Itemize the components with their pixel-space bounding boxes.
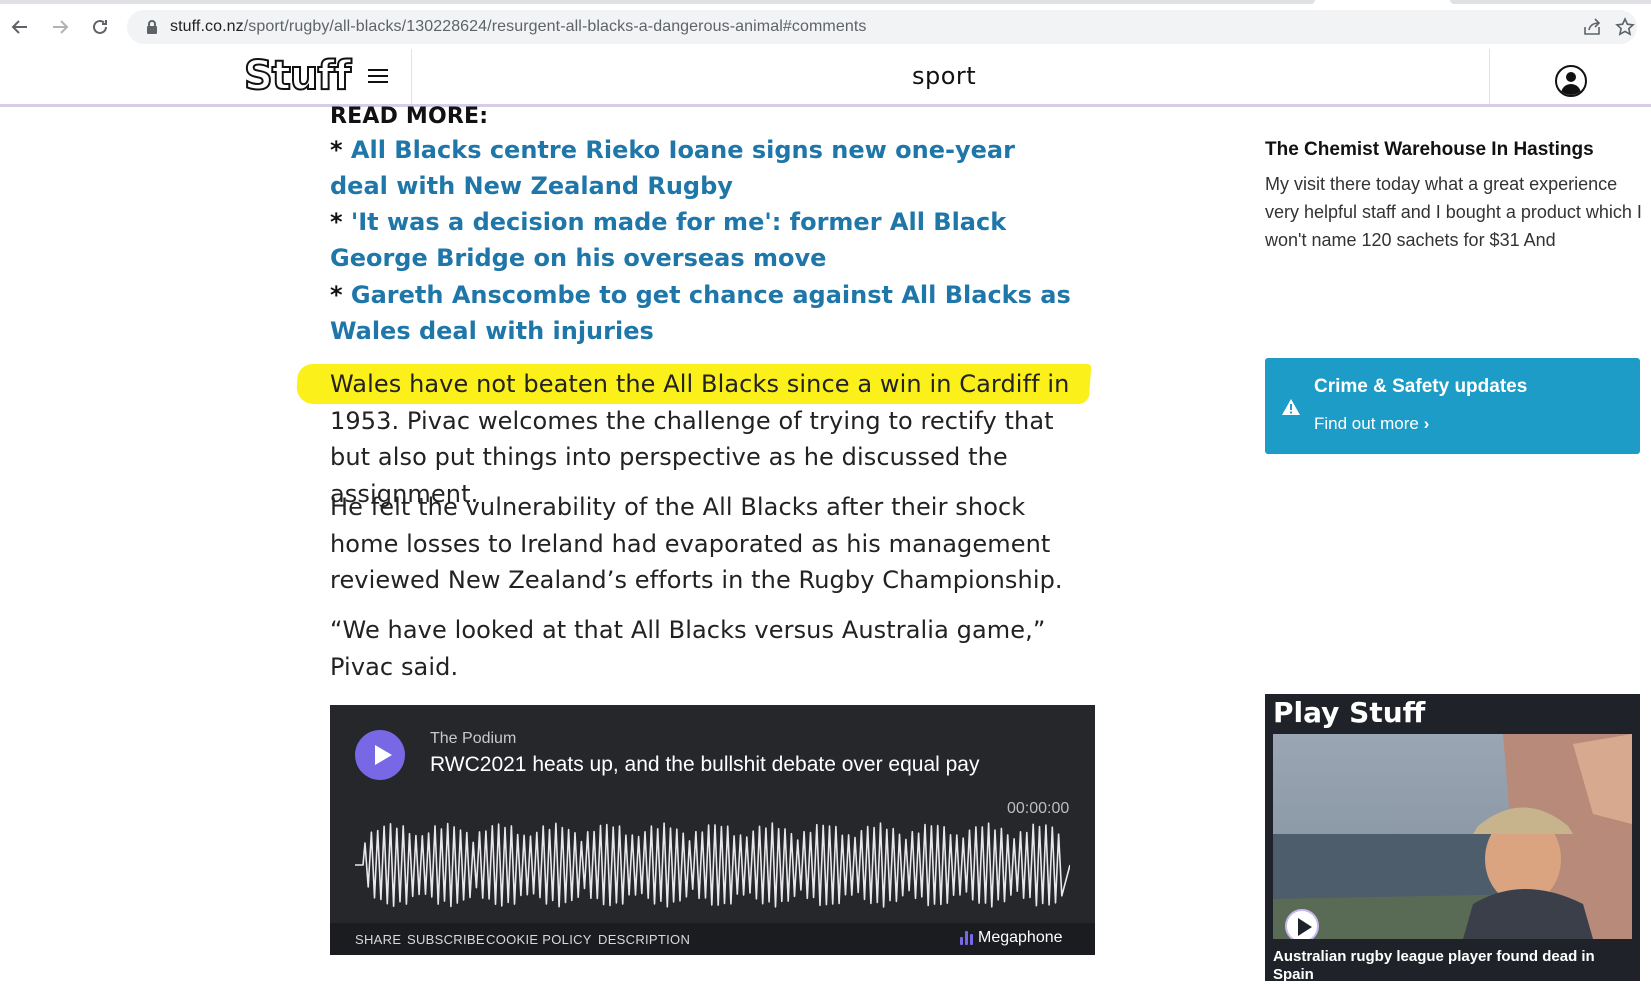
- player-footer: SHARE SUBSCRIBE COOKIE POLICY DESCRIPTIO…: [330, 923, 1095, 955]
- url-domain: stuff.co.nz: [170, 18, 244, 35]
- url-path: /sport/rugby/all-blacks/130228624/resurg…: [243, 18, 867, 35]
- article-paragraph: He felt the vulnerability of the All Bla…: [330, 493, 1063, 594]
- aside-comment-body: My visit there today what a great experi…: [1265, 174, 1642, 250]
- play-button[interactable]: [355, 730, 405, 780]
- browser-tabstrip: [0, 0, 1651, 5]
- site-header: Stuff sport: [0, 49, 1651, 107]
- podcast-episode-title: RWC2021 heats up, and the bullshit debat…: [430, 753, 980, 776]
- bookmark-star-icon[interactable]: [1615, 17, 1635, 37]
- read-more-link-anscombe[interactable]: Gareth Anscombe to get chance against Al…: [330, 281, 1071, 345]
- waveform-path: [355, 822, 1070, 908]
- video-caption[interactable]: Australian rugby league player found dea…: [1273, 948, 1633, 984]
- megaphone-label: Megaphone: [978, 929, 1063, 946]
- share-icon[interactable]: [1582, 17, 1602, 37]
- header-divider: [1489, 49, 1490, 104]
- inactive-tab-area[interactable]: [0, 0, 1315, 4]
- cookie-policy-link[interactable]: COOKIE POLICY: [486, 932, 592, 947]
- back-icon[interactable]: [7, 14, 33, 40]
- header-divider: [411, 49, 412, 104]
- stuff-logo[interactable]: Stuff: [243, 52, 352, 100]
- bullet: *: [330, 136, 351, 164]
- read-more-item: * All Blacks centre Rieko Ioane signs ne…: [330, 132, 1080, 204]
- chevron-right-icon: ›: [1423, 414, 1430, 433]
- reload-icon[interactable]: [87, 14, 113, 40]
- inactive-tab-area-right[interactable]: [1450, 0, 1651, 4]
- read-more-item: * 'It was a decision made for me': forme…: [330, 204, 1080, 276]
- aside-comment-headline[interactable]: The Chemist Warehouse In Hastings: [1265, 139, 1594, 161]
- bullet: *: [330, 208, 351, 236]
- waveform-scrubber[interactable]: [355, 820, 1070, 910]
- video-play-icon[interactable]: [1285, 909, 1319, 939]
- podcast-show-name: The Podium: [430, 730, 517, 747]
- play-stuff-widget: Play Stuff Australian rugby league playe…: [1265, 694, 1640, 984]
- user-account-icon[interactable]: [1555, 65, 1587, 97]
- article-paragraph: “We have looked at that All Blacks versu…: [330, 616, 1046, 681]
- description-link[interactable]: DESCRIPTION: [598, 932, 690, 947]
- read-more-label: READ MORE:: [330, 104, 489, 129]
- menu-icon[interactable]: [368, 65, 392, 89]
- address-bar[interactable]: stuff.co.nz/sport/rugby/all-blacks/13022…: [127, 10, 1637, 44]
- share-link[interactable]: SHARE: [355, 932, 401, 947]
- browser-toolbar: stuff.co.nz/sport/rugby/all-blacks/13022…: [0, 6, 1651, 48]
- megaphone-brand[interactable]: Megaphone: [960, 929, 1063, 947]
- bullet: *: [330, 281, 351, 309]
- megaphone-icon: [960, 931, 973, 945]
- lock-icon[interactable]: [145, 19, 159, 35]
- podcast-player: The Podium RWC2021 heats up, and the bul…: [330, 705, 1095, 955]
- warning-icon: [1281, 398, 1301, 416]
- find-out-more-link[interactable]: Find out more ›: [1314, 414, 1429, 434]
- read-more-item: * Gareth Anscombe to get chance against …: [330, 277, 1080, 349]
- url-text: stuff.co.nz/sport/rugby/all-blacks/13022…: [170, 18, 866, 36]
- podcast-time: 00:00:00: [1007, 800, 1070, 817]
- play-stuff-title: Play Stuff: [1273, 696, 1426, 729]
- find-out-more-label: Find out more: [1314, 414, 1419, 433]
- crime-safety-title: Crime & Safety updates: [1314, 376, 1528, 397]
- crime-safety-card[interactable]: Crime & Safety updates Find out more ›: [1265, 358, 1640, 454]
- section-title[interactable]: sport: [912, 62, 976, 90]
- forward-icon[interactable]: [47, 14, 73, 40]
- read-more-link-ioane[interactable]: All Blacks centre Rieko Ioane signs new …: [330, 136, 1015, 200]
- read-more-link-bridge[interactable]: 'It was a decision made for me': former …: [330, 208, 1006, 272]
- video-thumbnail[interactable]: [1273, 734, 1632, 939]
- subscribe-link[interactable]: SUBSCRIBE: [407, 932, 485, 947]
